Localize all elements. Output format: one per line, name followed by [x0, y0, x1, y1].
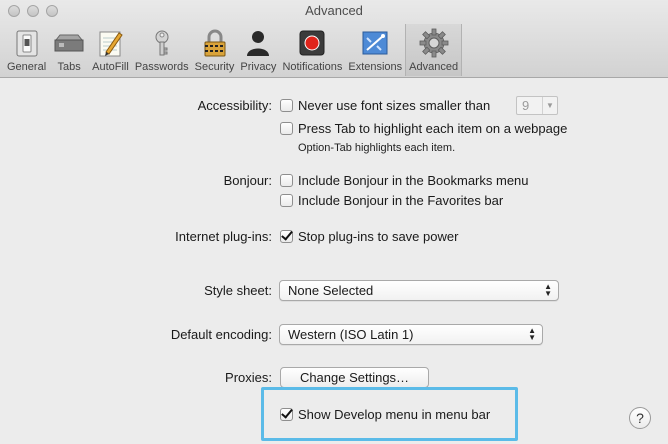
stop-plugins-text: Stop plug-ins to save power [298, 229, 459, 244]
tab-security[interactable]: Security [192, 24, 238, 76]
tabs-icon [52, 27, 86, 59]
tab-label: Extensions [348, 61, 403, 73]
bonjour-bookmarks-text: Include Bonjour in the Bookmarks menu [298, 173, 529, 188]
tab-privacy[interactable]: Privacy [237, 24, 279, 76]
safari-preferences-window: Advanced General Tabs AutoFill Passwords… [0, 0, 668, 444]
option-tab-note: Option-Tab highlights each item. [298, 142, 456, 154]
default-encoding-popup[interactable]: Western (ISO Latin 1) ▲ ▼ [279, 324, 543, 345]
general-switch-icon [10, 27, 44, 59]
tab-label: Advanced [409, 61, 459, 73]
person-silhouette-icon [241, 27, 275, 59]
min-font-size-text: Never use font sizes smaller than [298, 98, 491, 113]
min-font-size-value: 9 [522, 98, 530, 113]
stop-plugins-checkbox[interactable] [280, 230, 293, 243]
tab-general[interactable]: General [4, 24, 49, 76]
help-button[interactable]: ? [629, 407, 651, 429]
tab-label: Passwords [134, 61, 189, 73]
preferences-tabs: General Tabs AutoFill Passwords Security… [4, 24, 463, 76]
advanced-pane: Accessibility: Never use font sizes smal… [0, 78, 668, 444]
tab-label: AutoFill [92, 61, 129, 73]
style-sheet-value: None Selected [288, 283, 374, 298]
tab-notifications[interactable]: Notifications [279, 24, 345, 76]
tab-label: Security [194, 61, 235, 73]
bonjour-favorites-text: Include Bonjour in the Favorites bar [298, 193, 504, 208]
proxies-label: Proxies: [225, 370, 272, 385]
bonjour-label: Bonjour: [223, 173, 272, 188]
press-tab-text: Press Tab to highlight each item on a we… [298, 121, 568, 136]
min-font-size-option[interactable]: Never use font sizes smaller than [280, 98, 490, 113]
internet-plugins-label: Internet plug-ins: [175, 229, 272, 244]
stop-plugins-option[interactable]: Stop plug-ins to save power [280, 229, 458, 244]
bonjour-favorites-option[interactable]: Include Bonjour in the Favorites bar [280, 193, 503, 208]
min-font-size-select[interactable]: 9 ▼ [516, 96, 558, 115]
show-develop-menu-checkbox[interactable] [280, 408, 293, 421]
accessibility-label: Accessibility: [197, 98, 272, 113]
up-down-arrows-icon: ▲ ▼ [528, 326, 536, 342]
show-develop-menu-text: Show Develop menu in menu bar [298, 407, 491, 422]
tab-label: Notifications [282, 61, 343, 73]
bonjour-bookmarks-option[interactable]: Include Bonjour in the Bookmarks menu [280, 173, 529, 188]
press-tab-option[interactable]: Press Tab to highlight each item on a we… [280, 121, 567, 136]
autofill-pencil-icon [93, 27, 127, 59]
tab-autofill[interactable]: AutoFill [89, 24, 132, 76]
change-settings-button[interactable]: Change Settings… [280, 367, 429, 388]
style-sheet-label: Style sheet: [204, 283, 272, 298]
bonjour-bookmarks-checkbox[interactable] [280, 174, 293, 187]
key-icon [145, 27, 179, 59]
press-tab-checkbox[interactable] [280, 122, 293, 135]
gear-icon [417, 27, 451, 59]
tab-label: Privacy [240, 61, 277, 73]
min-font-size-checkbox[interactable] [280, 99, 293, 112]
tab-extensions[interactable]: Extensions [345, 24, 405, 76]
up-down-arrows-icon: ▲ ▼ [544, 282, 552, 298]
tab-label: General [7, 61, 47, 73]
tab-advanced[interactable]: Advanced [405, 24, 463, 76]
bonjour-favorites-checkbox[interactable] [280, 194, 293, 207]
default-encoding-label: Default encoding: [170, 327, 272, 342]
chevron-down-icon: ▼ [542, 97, 557, 114]
preferences-toolbar: Advanced General Tabs AutoFill Passwords… [0, 0, 668, 78]
show-develop-menu-option[interactable]: Show Develop menu in menu bar [280, 407, 490, 422]
tab-tabs[interactable]: Tabs [49, 24, 89, 76]
window-title: Advanced [305, 3, 363, 18]
tab-passwords[interactable]: Passwords [132, 24, 192, 76]
default-encoding-value: Western (ISO Latin 1) [288, 327, 414, 342]
style-sheet-popup[interactable]: None Selected ▲ ▼ [279, 280, 559, 301]
lock-icon [198, 27, 232, 59]
notification-icon [295, 27, 329, 59]
tab-label: Tabs [57, 61, 81, 73]
puzzle-icon [358, 27, 392, 59]
